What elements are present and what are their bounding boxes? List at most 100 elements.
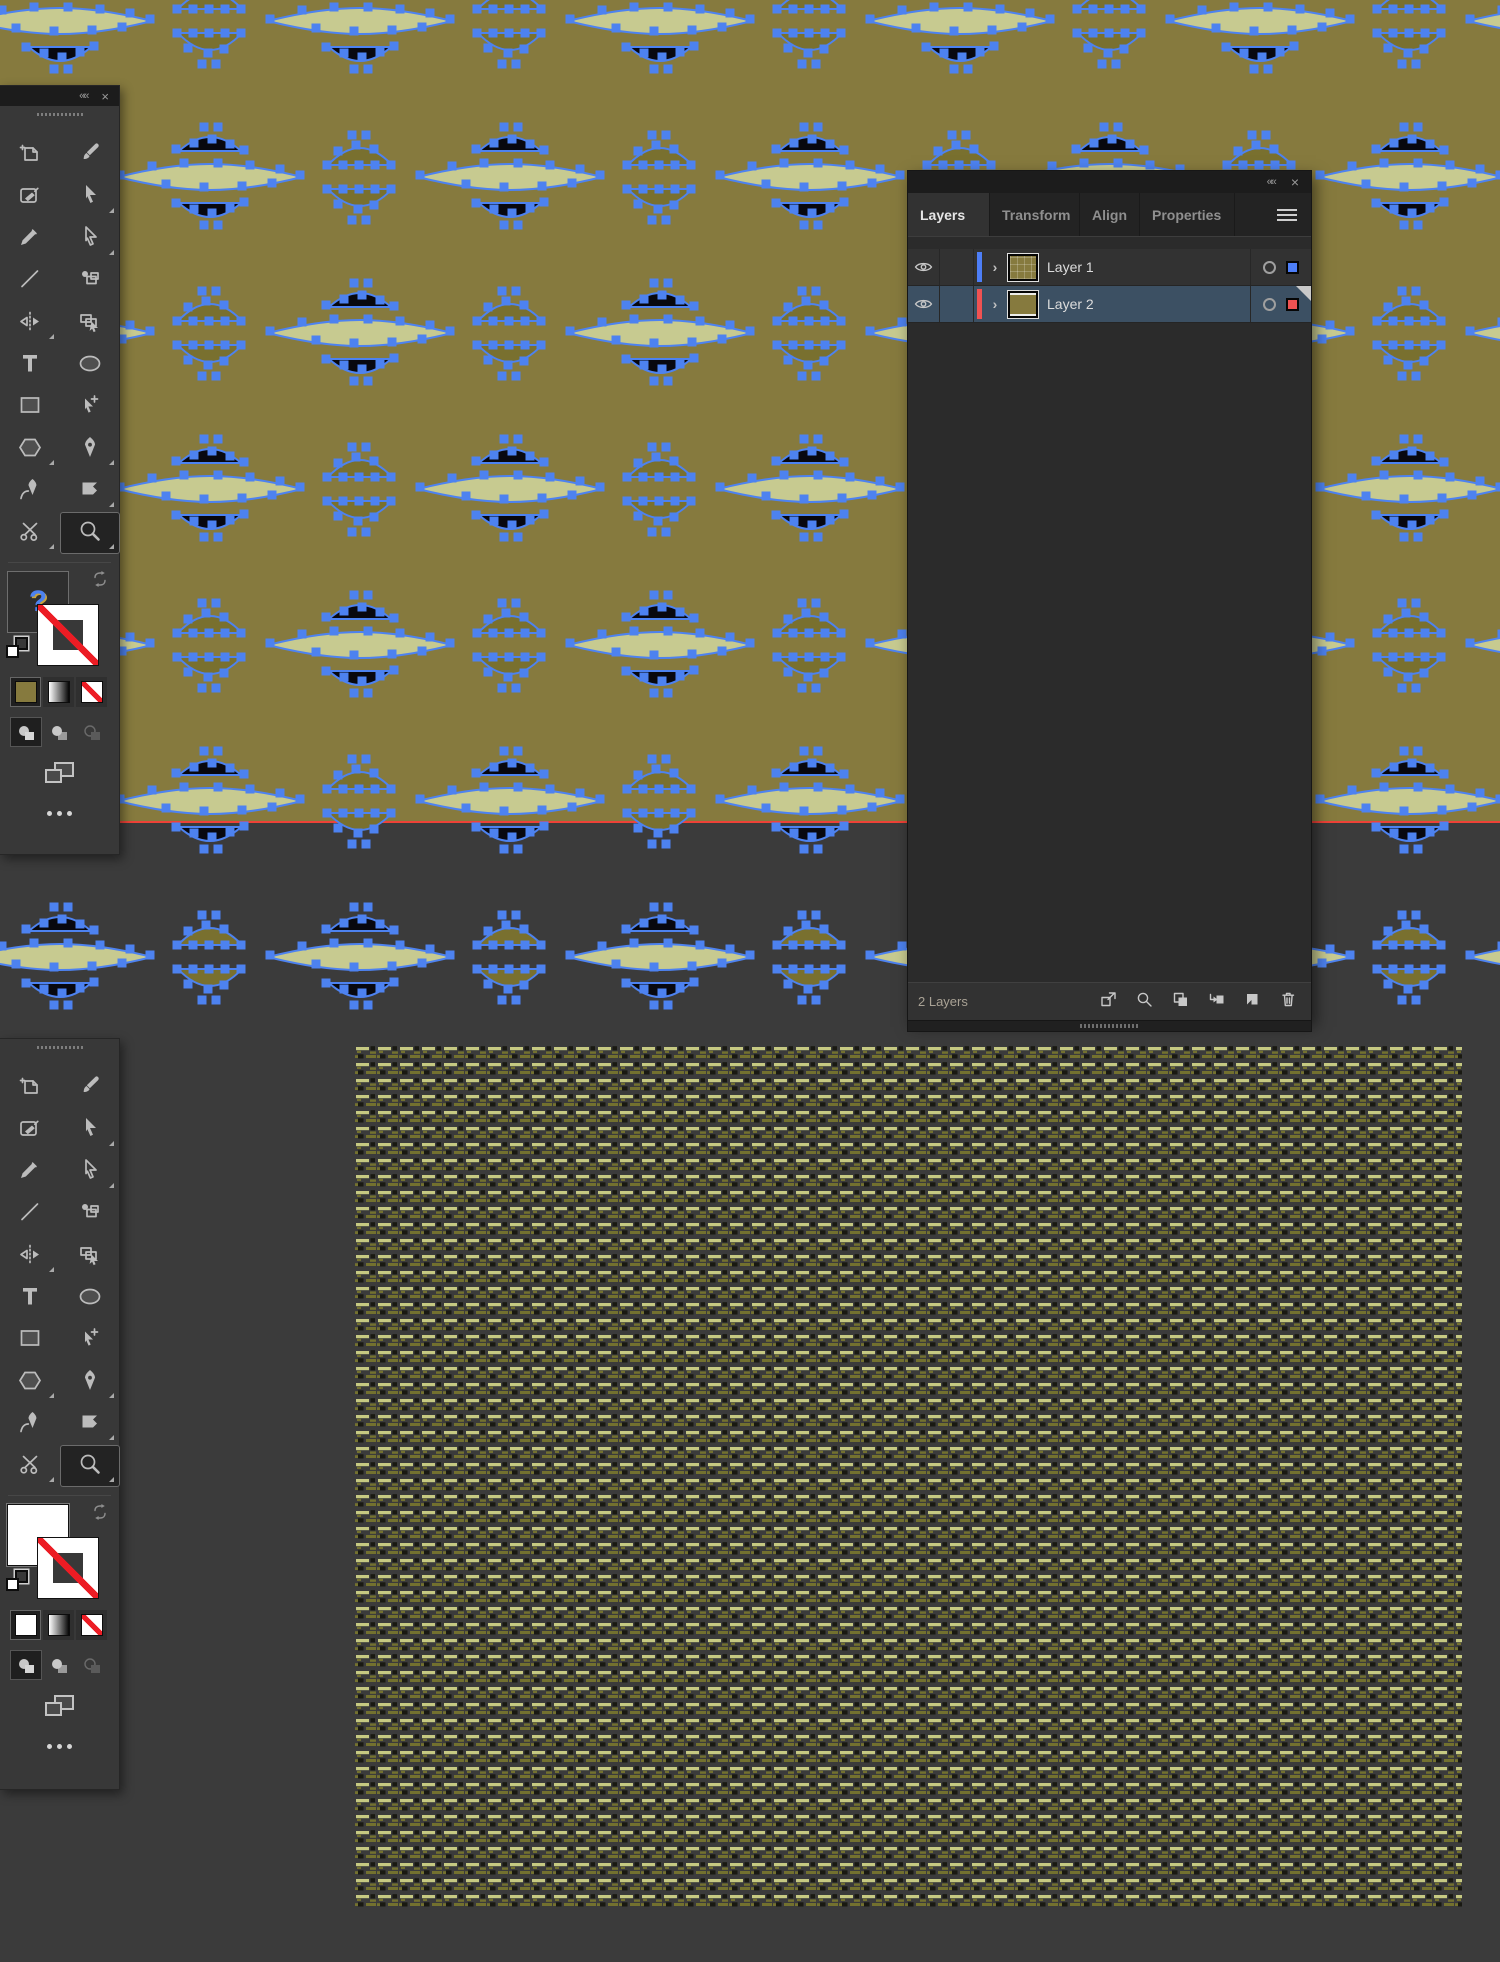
ellipse-tool-button[interactable] [60, 344, 120, 386]
rectangle-tool-button[interactable] [0, 386, 60, 428]
draw-normal-button[interactable] [10, 1650, 42, 1680]
tab-align[interactable]: Align [1080, 193, 1140, 236]
reflect-tool-button[interactable] [0, 302, 60, 344]
polygon-tool-button[interactable] [0, 428, 60, 470]
group-selection-tool-button[interactable] [60, 386, 120, 428]
toolbar-header: «« × [0, 86, 119, 106]
shape-builder-tool-button[interactable] [60, 1193, 120, 1235]
draw-normal-button[interactable] [10, 717, 42, 747]
swap-fill-stroke-icon[interactable] [92, 571, 108, 592]
create-new-layer-button[interactable] [1244, 991, 1261, 1012]
edit-toolbar-button[interactable] [0, 1722, 119, 1765]
gradient-button[interactable] [43, 1610, 74, 1640]
eraser-tool-button[interactable] [60, 1403, 120, 1445]
draw-inside-button[interactable] [76, 717, 108, 747]
shaper-tool-button[interactable] [0, 1109, 60, 1151]
paintbrush-tool-button[interactable] [60, 1067, 120, 1109]
tab-properties[interactable]: Properties [1140, 193, 1235, 236]
pen-tool-button[interactable] [60, 1361, 120, 1403]
pen-tool-button[interactable] [60, 428, 120, 470]
zoom-tool-button[interactable] [60, 1445, 120, 1487]
shaper-tool-button[interactable] [0, 176, 60, 218]
curvature-tool-icon [17, 476, 43, 507]
type-tool-button[interactable] [0, 344, 60, 386]
expand-arrow[interactable]: › [982, 259, 1008, 275]
paintbrush-tool-button[interactable] [60, 134, 120, 176]
layer-thumbnail[interactable] [1008, 253, 1038, 281]
layer-row[interactable]: › Layer 2 [908, 286, 1311, 323]
direct-selection-tool-button[interactable] [60, 218, 120, 260]
transform-tool-button[interactable] [60, 1235, 120, 1277]
pencil-tool-button[interactable] [0, 1151, 60, 1193]
none-button[interactable] [76, 677, 107, 707]
ellipse-tool-button[interactable] [60, 1277, 120, 1319]
eraser-tool-button[interactable] [60, 470, 120, 512]
transform-tool-button[interactable] [60, 302, 120, 344]
selection-tool-button[interactable] [60, 1109, 120, 1151]
artboard-tool-button[interactable] [0, 1067, 60, 1109]
zoom-tool-button[interactable] [60, 512, 120, 554]
visibility-toggle[interactable] [908, 286, 940, 322]
scissors-tool-button[interactable] [0, 512, 60, 554]
panel-resize-grip[interactable] [907, 1021, 1312, 1032]
curvature-tool-button[interactable] [0, 1403, 60, 1445]
target-circle[interactable] [1263, 297, 1276, 311]
pattern-swatch-preview[interactable] [355, 1045, 1462, 1910]
edit-toolbar-button[interactable] [0, 789, 119, 832]
screen-mode-button[interactable] [0, 1680, 119, 1722]
shape-builder-tool-button[interactable] [60, 260, 120, 302]
polygon-tool-button[interactable] [0, 1361, 60, 1403]
selection-tool-button[interactable] [60, 176, 120, 218]
swap-fill-stroke-icon[interactable] [92, 1504, 108, 1525]
draw-behind-button[interactable] [43, 717, 75, 747]
curvature-tool-button[interactable] [0, 470, 60, 512]
stroke-swatch[interactable] [37, 1537, 99, 1599]
scissors-tool-button[interactable] [0, 1445, 60, 1487]
delete-selection-button[interactable] [1280, 991, 1297, 1012]
tab-layers[interactable]: Layers [908, 193, 990, 236]
layer-thumbnail[interactable] [1008, 290, 1038, 318]
collapse-panel-icon[interactable]: «« [1267, 176, 1277, 188]
panel-menu-icon[interactable] [1277, 193, 1311, 236]
draw-inside-button[interactable] [76, 1650, 108, 1680]
direct-selection-tool-button[interactable] [60, 1151, 120, 1193]
stroke-swatch[interactable] [37, 604, 99, 666]
collect-for-export-button[interactable] [1100, 991, 1117, 1012]
group-selection-tool-button[interactable] [60, 1319, 120, 1361]
toolbar-grip[interactable] [0, 1039, 119, 1055]
selected-layer-notch [1296, 286, 1311, 301]
line-segment-tool-button[interactable] [0, 1193, 60, 1235]
visibility-toggle[interactable] [908, 249, 940, 285]
toolbar-grip[interactable] [0, 106, 119, 122]
type-tool-button[interactable] [0, 1277, 60, 1319]
lock-toggle[interactable] [940, 286, 974, 322]
rectangle-tool-button[interactable] [0, 1319, 60, 1361]
make-clipping-mask-button[interactable] [1172, 991, 1189, 1012]
default-fill-stroke-icon[interactable] [6, 637, 30, 661]
tab-transform[interactable]: Transform [990, 193, 1080, 236]
reflect-tool-button[interactable] [0, 1235, 60, 1277]
color-button[interactable] [10, 677, 41, 707]
screen-mode-button[interactable] [0, 747, 119, 789]
default-fill-stroke-icon[interactable] [6, 1570, 30, 1594]
draw-behind-button[interactable] [43, 1650, 75, 1680]
gradient-button[interactable] [43, 677, 74, 707]
pencil-tool-icon [17, 1157, 43, 1188]
line-segment-tool-button[interactable] [0, 260, 60, 302]
artboard-tool-button[interactable] [0, 134, 60, 176]
color-button[interactable] [10, 1610, 41, 1640]
create-new-sublayer-button[interactable] [1208, 991, 1225, 1012]
close-panel-icon[interactable]: × [101, 90, 109, 103]
none-button[interactable] [76, 1610, 107, 1640]
close-panel-icon[interactable]: × [1291, 175, 1299, 189]
selection-color-chip[interactable] [1286, 260, 1299, 274]
collapse-panel-icon[interactable]: «« [79, 90, 89, 102]
layer-row[interactable]: › Layer 1 [908, 249, 1311, 286]
locate-object-button[interactable] [1136, 991, 1153, 1012]
pencil-tool-button[interactable] [0, 218, 60, 260]
lock-toggle[interactable] [940, 249, 974, 285]
layer-name[interactable]: Layer 1 [1047, 259, 1250, 275]
layer-name[interactable]: Layer 2 [1047, 296, 1250, 312]
expand-arrow[interactable]: › [982, 296, 1008, 312]
target-circle[interactable] [1263, 260, 1276, 274]
